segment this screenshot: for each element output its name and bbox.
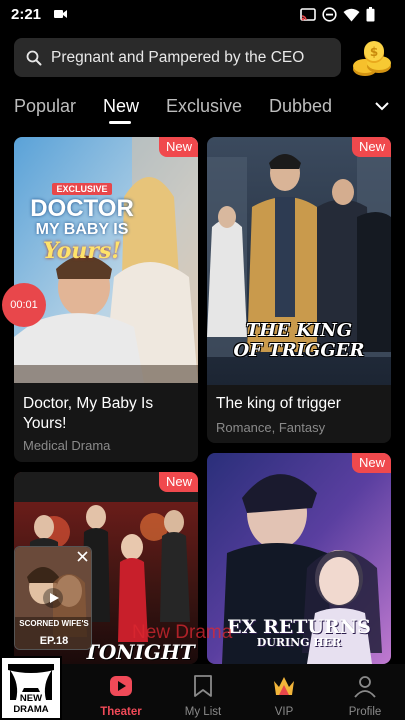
- poster-title-line: DOCTOR: [30, 195, 134, 222]
- bookmark-icon: [194, 675, 212, 697]
- card-title: The king of trigger: [216, 395, 341, 412]
- search-icon: [26, 50, 42, 65]
- poster-title-line: MY BABY IS: [35, 221, 129, 238]
- wifi-icon: [343, 8, 360, 21]
- nav-vip[interactable]: VIP: [244, 664, 324, 720]
- nav-label: My List: [184, 706, 222, 718]
- new-badge: New: [351, 453, 391, 473]
- tab-new[interactable]: New: [103, 96, 139, 117]
- battery-icon: [366, 7, 375, 22]
- mini-player[interactable]: SCORNED WIFE'S EP.18: [14, 546, 92, 650]
- tab-dubbed[interactable]: Dubbed: [269, 96, 332, 117]
- vip-crown-icon: [274, 677, 294, 695]
- mini-player-episode: EP.18: [39, 635, 69, 647]
- nav-label: VIP: [274, 706, 294, 718]
- poster-title-line: THE KING: [245, 320, 353, 341]
- poster-title-line: OF TRIGGER: [233, 340, 365, 361]
- theater-icon: [110, 676, 132, 696]
- camera-icon: [54, 10, 67, 18]
- nav-profile[interactable]: Profile: [325, 664, 405, 720]
- search-query: Pregnant and Pampered by the CEO: [51, 48, 305, 66]
- playback-timer[interactable]: 00:01: [2, 283, 46, 327]
- nav-label: Profile: [348, 706, 382, 718]
- mini-player-title: SCORNED WIFE'S: [19, 619, 89, 628]
- active-tab-indicator: [109, 121, 131, 124]
- poster-title-block: EX RETURNS DURING HER: [207, 617, 391, 649]
- nav-my-list[interactable]: My List: [163, 664, 243, 720]
- profile-icon: [354, 676, 376, 698]
- cast-icon: [300, 7, 316, 21]
- svg-text:$: $: [370, 45, 378, 59]
- drama-card[interactable]: THE KING OF TRIGGER New The king of trig…: [207, 137, 391, 443]
- poster-exclusive-label: EXCLUSIVE: [52, 183, 112, 195]
- status-icons: [300, 7, 375, 22]
- poster-title-block: EXCLUSIVE DOCTOR MY BABY IS Yours!: [22, 179, 142, 263]
- coins-icon[interactable]: $: [350, 36, 394, 80]
- new-badge: New: [158, 137, 198, 157]
- new-badge: New: [351, 137, 391, 157]
- card-genre: Romance, Fantasy: [216, 420, 326, 435]
- tab-popular[interactable]: Popular: [14, 96, 76, 117]
- poster-title-line: Yours!: [42, 238, 122, 264]
- poster-title-line: EX RETURNS: [227, 616, 371, 638]
- category-tabs: Popular New Exclusive Dubbed: [0, 88, 405, 128]
- nav-label: Theater: [100, 706, 142, 718]
- do-not-disturb-icon: [322, 7, 337, 22]
- play-icon[interactable]: [42, 587, 64, 609]
- card-genre: Medical Drama: [23, 438, 111, 453]
- status-time: 2:21: [11, 6, 42, 23]
- poster-title-block: THE KING OF TRIGGER: [207, 321, 391, 361]
- card-title: Doctor, My Baby Is Yours!: [23, 395, 154, 432]
- poster-title-line: DURING HER: [256, 636, 342, 649]
- close-icon[interactable]: [77, 551, 88, 562]
- chevron-down-icon[interactable]: [374, 100, 390, 112]
- nav-theater[interactable]: Theater: [81, 664, 161, 720]
- drama-card[interactable]: EX RETURNS DURING HER New: [207, 453, 391, 664]
- logo-text: NEW DRAMA: [13, 693, 49, 715]
- tab-exclusive[interactable]: Exclusive: [166, 96, 242, 117]
- search-bar[interactable]: Pregnant and Pampered by the CEO: [14, 38, 341, 77]
- watermark: New Drama: [132, 622, 233, 643]
- new-drama-logo: NEW DRAMA: [0, 656, 62, 720]
- new-badge: New: [158, 472, 198, 492]
- status-bar: 2:21: [0, 0, 405, 30]
